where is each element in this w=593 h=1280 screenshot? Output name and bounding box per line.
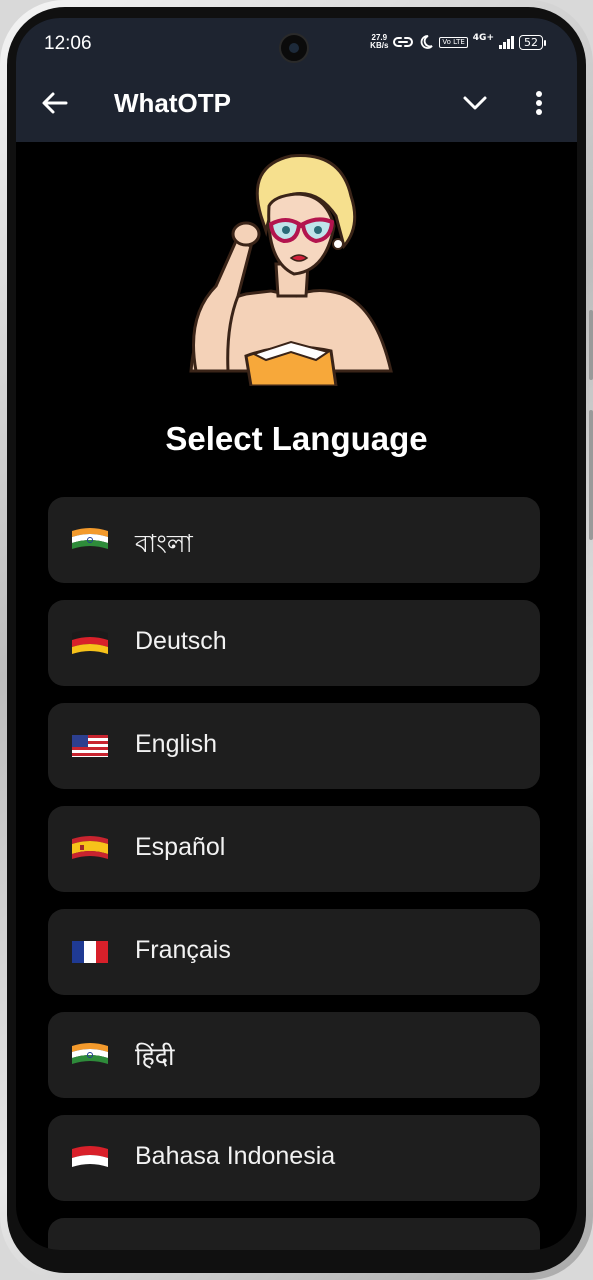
- language-label: বাংলা: [135, 530, 193, 558]
- battery-level: 52: [524, 35, 538, 49]
- mascot-illustration: [189, 154, 393, 386]
- phone-frame: 12:06 27.9 KB/s Vo LTE 4G+ 52 WhatOTP Se…: [0, 0, 593, 1280]
- status-icons: 27.9 KB/s Vo LTE 4G+ 52: [370, 33, 546, 50]
- app-bar: WhatOTP: [16, 66, 577, 142]
- language-label: Bahasa Indonesia: [135, 1142, 336, 1170]
- india-flag-icon: [72, 1043, 108, 1064]
- usa-flag-icon: [72, 735, 108, 757]
- france-flag-icon: [72, 941, 108, 963]
- screen: 12:06 27.9 KB/s Vo LTE 4G+ 52 WhatOTP Se…: [16, 18, 577, 1250]
- language-option-bengali[interactable]: বাংলা: [48, 497, 540, 583]
- volte-badge: Vo LTE: [439, 36, 468, 48]
- front-camera: [279, 33, 309, 63]
- indonesia-flag-icon: [72, 1146, 108, 1167]
- language-option-bahasa-indonesia[interactable]: Bahasa Indonesia: [48, 1115, 540, 1201]
- language-label: हिंदी: [135, 1043, 175, 1071]
- volume-button: [589, 310, 593, 380]
- signal-icon: [499, 35, 514, 49]
- battery-icon: 52: [519, 34, 546, 50]
- more-vertical-icon[interactable]: [524, 86, 554, 120]
- power-button: [589, 410, 593, 540]
- arrow-left-icon[interactable]: [38, 86, 72, 120]
- language-label: Deutsch: [135, 627, 227, 655]
- language-option-deutsch[interactable]: Deutsch: [48, 600, 540, 686]
- language-list: বাংলা Deutsch English Español Français ह…: [48, 497, 540, 1250]
- spain-flag-icon: [72, 836, 108, 859]
- status-bar: 12:06 27.9 KB/s Vo LTE 4G+ 52: [16, 18, 577, 66]
- language-label: English: [135, 730, 217, 758]
- status-time: 12:06: [44, 33, 92, 54]
- language-option-francais[interactable]: Français: [48, 909, 540, 995]
- page-heading: Select Language: [165, 420, 428, 457]
- germany-flag-icon: [72, 630, 108, 654]
- language-option-espanol[interactable]: Español: [48, 806, 540, 892]
- india-flag-icon: [72, 528, 108, 549]
- app-title: WhatOTP: [114, 88, 231, 118]
- language-option-hindi[interactable]: हिंदी: [48, 1012, 540, 1098]
- network-speed-unit: KB/s: [370, 41, 389, 50]
- language-option-partial[interactable]: [48, 1218, 540, 1250]
- chevron-down-icon[interactable]: [458, 86, 492, 120]
- network-speed: 27.9 KB/s: [370, 34, 388, 50]
- language-label: Français: [135, 936, 231, 964]
- network-type: 4G+: [472, 33, 494, 43]
- hotspot-link-icon: [393, 37, 414, 47]
- language-option-english[interactable]: English: [48, 703, 540, 789]
- language-label: Español: [135, 833, 226, 861]
- moon-icon: [421, 35, 434, 49]
